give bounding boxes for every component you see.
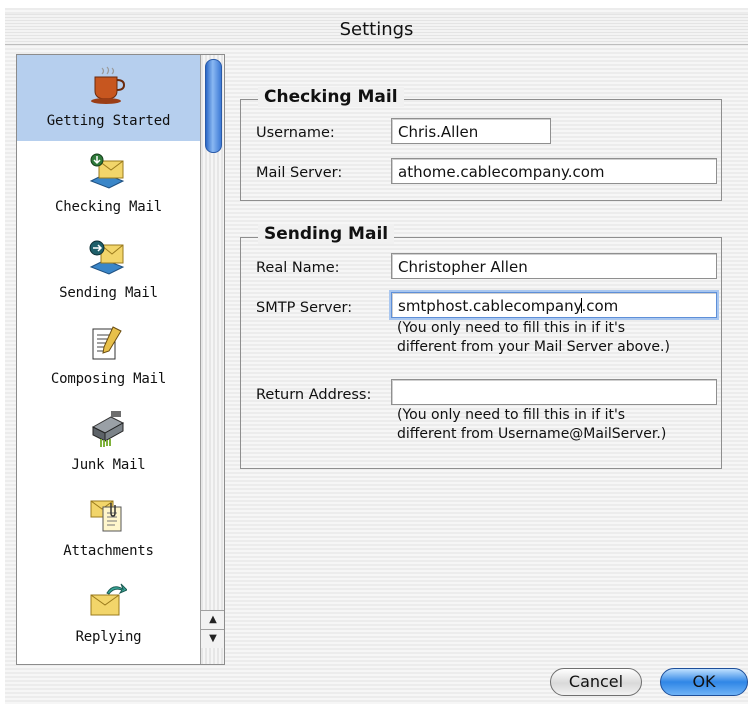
return-address-field[interactable] bbox=[391, 379, 717, 405]
reply-envelope-icon bbox=[90, 583, 127, 616]
real-name-label: Real Name: bbox=[256, 260, 340, 276]
sidebar-item-label: Sending Mail bbox=[59, 285, 158, 301]
settings-window: Settings Getting Started Checking Mail S… bbox=[5, 8, 748, 704]
smtp-server-label: SMTP Server: bbox=[256, 300, 353, 316]
smtp-server-field[interactable]: smtphost.cablecompany.com bbox=[391, 292, 717, 318]
return-help-line: (You only need to fill this in if it's bbox=[397, 407, 626, 423]
sidebar-item-sending-mail[interactable]: Sending Mail bbox=[17, 227, 200, 313]
return-address-label: Return Address: bbox=[256, 387, 372, 403]
username-label: Username: bbox=[256, 125, 335, 141]
mail-upload-icon bbox=[89, 240, 125, 275]
return-help-line: different from Username@MailServer.) bbox=[397, 426, 667, 442]
shredder-icon bbox=[91, 411, 125, 447]
sidebar-item-composing-mail[interactable]: Composing Mail bbox=[17, 313, 200, 399]
scroll-down-arrow-icon[interactable]: ▼ bbox=[201, 629, 224, 648]
document-pencil-icon bbox=[92, 326, 122, 360]
real-name-field[interactable]: Christopher Allen bbox=[391, 253, 717, 279]
ok-button[interactable]: OK bbox=[660, 668, 748, 696]
sidebar-item-label: Attachments bbox=[63, 543, 154, 559]
sending-mail-title: Sending Mail bbox=[258, 224, 395, 244]
smtp-value-before-caret: smtphost.cablecompany bbox=[398, 297, 583, 315]
sidebar-scrollbar[interactable]: ▲ ▼ bbox=[200, 55, 224, 664]
sidebar-item-getting-started[interactable]: Getting Started bbox=[17, 55, 200, 141]
scroll-up-arrow-icon[interactable]: ▲ bbox=[201, 610, 224, 629]
sidebar-item-label: Composing Mail bbox=[50, 371, 167, 387]
sidebar-item-label: Getting Started bbox=[46, 113, 171, 129]
return-address-help-text: (You only need to fill this in if it's d… bbox=[397, 406, 666, 444]
mail-download-icon bbox=[89, 153, 125, 189]
cancel-button[interactable]: Cancel bbox=[550, 668, 642, 696]
sidebar-item-label: Checking Mail bbox=[55, 199, 162, 215]
sidebar-item-attachments[interactable]: Attachments bbox=[17, 485, 200, 571]
smtp-value-after-caret: .com bbox=[581, 297, 619, 315]
sidebar-item-replying[interactable]: Replying bbox=[17, 571, 200, 657]
title-bar[interactable]: Settings bbox=[5, 14, 748, 45]
attachment-envelope-icon bbox=[90, 500, 122, 532]
checking-mail-group bbox=[240, 99, 722, 201]
smtp-help-line: (You only need to fill this in if it's bbox=[397, 320, 626, 336]
smtp-help-line: different from your Mail Server above.) bbox=[397, 339, 670, 355]
checking-mail-title: Checking Mail bbox=[258, 87, 404, 107]
sidebar-item-checking-mail[interactable]: Checking Mail bbox=[17, 141, 200, 227]
mail-server-label: Mail Server: bbox=[256, 165, 343, 181]
mail-server-field[interactable]: athome.cablecompany.com bbox=[391, 158, 717, 184]
smtp-help-text: (You only need to fill this in if it's d… bbox=[397, 319, 670, 357]
coffee-cup-icon bbox=[91, 66, 126, 104]
settings-category-list[interactable]: Getting Started Checking Mail Sending Ma… bbox=[16, 54, 225, 665]
sidebar-item-label: Junk Mail bbox=[71, 457, 146, 473]
username-field[interactable]: Chris.Allen bbox=[391, 118, 551, 144]
sidebar-item-label: Replying bbox=[75, 629, 142, 645]
window-title: Settings bbox=[339, 19, 414, 40]
scrollbar-thumb[interactable] bbox=[205, 59, 222, 153]
sidebar-item-junk-mail[interactable]: Junk Mail bbox=[17, 399, 200, 485]
